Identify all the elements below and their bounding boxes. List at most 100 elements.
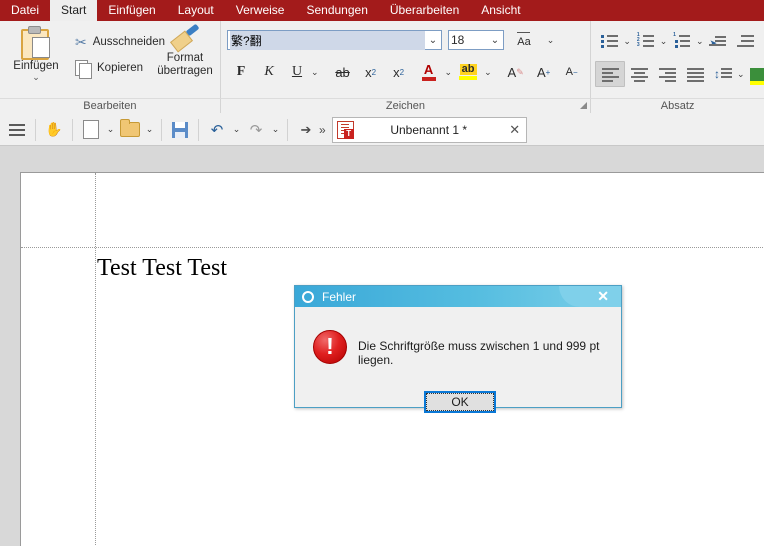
outline-list-button[interactable]: 1 xyxy=(668,29,696,53)
change-case-icon: Aa xyxy=(517,32,531,48)
shading-button[interactable] xyxy=(745,62,764,86)
numbered-list-chevron-down-icon[interactable]: ⌄ xyxy=(659,36,668,47)
increase-indent-icon: ➤ xyxy=(709,35,727,48)
zeichen-dialog-launcher[interactable] xyxy=(580,102,588,109)
highlight-icon: ab xyxy=(459,64,478,80)
new-document-button[interactable] xyxy=(78,118,104,142)
select-tool-button[interactable]: ➔ xyxy=(293,118,319,142)
menu-item-ansicht[interactable]: Ansicht xyxy=(470,0,531,21)
highlight-color-button[interactable]: ab xyxy=(452,60,484,84)
quick-access-toolbar: ✋ ⌄ ⌄ ↶ ⌄ ↷ ⌄ ➔ » T Unbenannt 1 * ✕ xyxy=(0,114,764,146)
grow-font-sign: + xyxy=(545,67,551,77)
toolbar-overflow-button[interactable]: » xyxy=(319,123,326,137)
cut-button[interactable]: ✂ Ausschneiden xyxy=(72,29,165,55)
outline-list-chevron-down-icon[interactable]: ⌄ xyxy=(696,36,704,47)
redo-chevron-down-icon[interactable]: ⌄ xyxy=(269,124,282,135)
chevron-down-icon[interactable]: ⌄ xyxy=(32,73,40,82)
undo-chevron-down-icon[interactable]: ⌄ xyxy=(230,124,243,135)
ribbon: Einfügen ⌄ ✂ Ausschneiden Kopieren Forma… xyxy=(0,21,764,115)
menu-item-einfuegen[interactable]: Einfügen xyxy=(97,0,166,21)
new-document-icon xyxy=(83,120,99,139)
open-button[interactable] xyxy=(117,118,143,142)
menu-item-layout[interactable]: Layout xyxy=(167,0,225,21)
align-left-button[interactable] xyxy=(595,61,625,87)
strikethrough-button[interactable]: ab xyxy=(329,60,357,84)
menu-item-ueberarbeiten[interactable]: Überarbeiten xyxy=(379,0,470,21)
scissors-icon: ✂ xyxy=(75,33,87,50)
document-body-text[interactable]: Test Test Test xyxy=(97,255,227,282)
redo-button[interactable]: ↷ xyxy=(243,118,269,142)
undo-icon: ↶ xyxy=(210,121,224,139)
italic-button[interactable]: K xyxy=(255,60,283,84)
align-justify-button[interactable] xyxy=(681,62,709,86)
shrink-font-label: A xyxy=(565,66,573,78)
font-size-value: 18 xyxy=(451,33,465,47)
change-case-chevron-down-icon[interactable]: ⌄ xyxy=(544,35,557,46)
save-button[interactable] xyxy=(167,118,193,142)
shrink-font-sign: − xyxy=(572,67,578,77)
font-size-dropdown-icon[interactable]: ⌄ xyxy=(487,35,503,46)
bullet-list-chevron-down-icon[interactable]: ⌄ xyxy=(623,36,631,47)
document-tab[interactable]: T Unbenannt 1 * ✕ xyxy=(331,116,527,143)
divider xyxy=(198,118,199,141)
divider xyxy=(35,118,36,141)
title-bar-corner-decoration xyxy=(559,286,621,307)
shrink-font-button[interactable]: A − xyxy=(558,60,586,84)
save-icon xyxy=(172,121,188,138)
outline-list-icon: 1 xyxy=(673,32,691,48)
undo-button[interactable]: ↶ xyxy=(204,118,230,142)
line-spacing-icon: ↕ xyxy=(714,67,732,81)
font-color-label: A xyxy=(423,62,434,77)
margin-guide-horizontal xyxy=(21,247,764,248)
hand-tool-button[interactable]: ✋ xyxy=(41,118,67,142)
close-icon[interactable]: ✕ xyxy=(597,286,609,307)
close-icon[interactable]: ✕ xyxy=(504,122,526,138)
hamburger-icon xyxy=(9,121,25,139)
group-label-zeichen-text: Zeichen xyxy=(385,100,426,112)
superscript-button[interactable]: x2 xyxy=(385,60,413,84)
menu-item-datei[interactable]: Datei xyxy=(0,0,50,21)
align-left-icon xyxy=(601,67,619,82)
paste-button[interactable]: Einfügen ⌄ xyxy=(0,21,72,98)
outline-list-num: 1 xyxy=(673,32,676,38)
font-color-button[interactable]: A xyxy=(413,60,445,84)
highlight-chevron-down-icon[interactable]: ⌄ xyxy=(484,67,492,78)
new-document-chevron-down-icon[interactable]: ⌄ xyxy=(104,124,117,135)
font-size-combobox[interactable]: 18 ⌄ xyxy=(448,30,504,50)
numbered-list-button[interactable]: 1 2 3 xyxy=(631,29,659,53)
align-right-button[interactable] xyxy=(653,62,681,86)
font-name-dropdown-icon[interactable]: ⌄ xyxy=(425,35,441,46)
open-chevron-down-icon[interactable]: ⌄ xyxy=(143,124,156,135)
menu-item-verweise[interactable]: Verweise xyxy=(225,0,296,21)
dialog-message: Die Schriftgröße muss zwischen 1 und 999… xyxy=(358,339,600,367)
grow-font-button[interactable]: A + xyxy=(530,60,558,84)
menu-item-start[interactable]: Start xyxy=(50,0,98,21)
align-center-button[interactable] xyxy=(625,62,653,86)
increase-indent-button[interactable]: ➤ xyxy=(704,29,732,53)
bullet-list-button[interactable] xyxy=(595,29,623,53)
decrease-indent-icon xyxy=(737,34,755,48)
underline-chevron-down-icon[interactable]: ⌄ xyxy=(311,67,319,78)
shading-icon xyxy=(750,67,764,85)
error-ring-icon xyxy=(302,290,314,303)
cut-copy-column: ✂ Ausschneiden Kopieren xyxy=(72,21,165,98)
main-menu-button[interactable] xyxy=(4,118,30,142)
change-case-button[interactable]: Aa xyxy=(510,28,538,52)
underline-button[interactable]: U xyxy=(283,60,311,84)
format-painter-button[interactable]: Format übertragen xyxy=(152,21,218,98)
ribbon-group-absatz: ⌄ 1 2 3 ⌄ 1 ⌄ ➤ ↕ ⌄ xyxy=(590,21,764,98)
font-color-chevron-down-icon[interactable]: ⌄ xyxy=(445,67,453,78)
bold-button[interactable]: F xyxy=(227,60,255,84)
ok-button[interactable]: OK xyxy=(426,393,494,411)
line-spacing-chevron-down-icon[interactable]: ⌄ xyxy=(737,69,745,80)
copy-button[interactable]: Kopieren xyxy=(72,55,152,81)
decrease-indent-button[interactable] xyxy=(732,29,760,53)
clear-formatting-button[interactable]: A ✎ xyxy=(502,60,530,84)
font-name-combobox[interactable]: 繁?翻 ⌄ xyxy=(227,30,442,50)
line-spacing-button[interactable]: ↕ xyxy=(709,62,737,86)
subscript-button[interactable]: x2 xyxy=(357,60,385,84)
superscript-index: 2 xyxy=(399,67,405,77)
menu-item-sendungen[interactable]: Sendungen xyxy=(295,0,378,21)
dialog-title-bar[interactable]: Fehler ✕ xyxy=(295,286,621,307)
document-tab-title: Unbenannt 1 * xyxy=(390,122,468,137)
